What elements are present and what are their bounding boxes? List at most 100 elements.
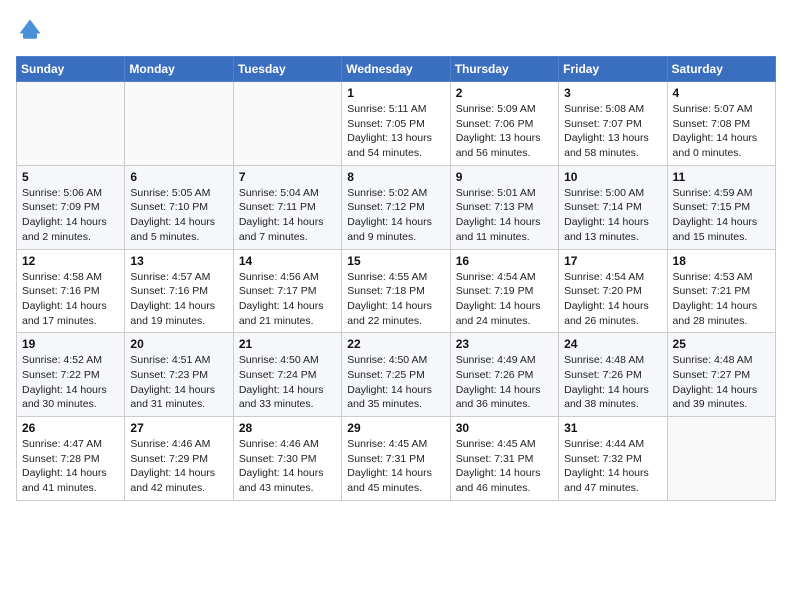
day-number: 12 <box>22 254 119 268</box>
calendar-week-row: 1 Sunrise: 5:11 AMSunset: 7:05 PMDaylight… <box>17 82 776 166</box>
day-number: 14 <box>239 254 336 268</box>
day-number: 17 <box>564 254 661 268</box>
day-number: 11 <box>673 170 770 184</box>
day-info: Sunrise: 4:53 AMSunset: 7:21 PMDaylight:… <box>673 270 770 329</box>
day-number: 30 <box>456 421 553 435</box>
calendar-day-19: 19 Sunrise: 4:52 AMSunset: 7:22 PMDayligh… <box>17 333 125 417</box>
day-info: Sunrise: 4:46 AMSunset: 7:29 PMDaylight:… <box>130 437 227 496</box>
day-number: 23 <box>456 337 553 351</box>
calendar-day-28: 28Sunrise: 4:46 AMSunset: 7:30 PMDayligh… <box>233 417 341 501</box>
day-info: Sunrise: 5:11 AMSunset: 7:05 PMDaylight:… <box>347 102 444 161</box>
calendar-day-29: 29Sunrise: 4:45 AMSunset: 7:31 PMDayligh… <box>342 417 450 501</box>
logo-icon <box>16 16 44 44</box>
calendar-day-9: 9 Sunrise: 5:01 AMSunset: 7:13 PMDaylight… <box>450 165 558 249</box>
day-header-tuesday: Tuesday <box>233 57 341 82</box>
day-info: Sunrise: 5:04 AMSunset: 7:11 PMDaylight:… <box>239 186 336 245</box>
day-number: 24 <box>564 337 661 351</box>
calendar-day-22: 22 Sunrise: 4:50 AMSunset: 7:25 PMDayligh… <box>342 333 450 417</box>
day-number: 8 <box>347 170 444 184</box>
calendar-week-row: 19 Sunrise: 4:52 AMSunset: 7:22 PMDayligh… <box>17 333 776 417</box>
day-info: Sunrise: 5:05 AMSunset: 7:10 PMDaylight:… <box>130 186 227 245</box>
calendar-table: SundayMondayTuesdayWednesdayThursdayFrid… <box>16 56 776 501</box>
day-info: Sunrise: 4:52 AMSunset: 7:22 PMDaylight:… <box>22 353 119 412</box>
empty-cell <box>233 82 341 166</box>
day-number: 1 <box>347 86 444 100</box>
day-number: 6 <box>130 170 227 184</box>
calendar-day-10: 10 Sunrise: 5:00 AMSunset: 7:14 PMDayligh… <box>559 165 667 249</box>
empty-cell <box>667 417 775 501</box>
calendar-week-row: 26Sunrise: 4:47 AMSunset: 7:28 PMDayligh… <box>17 417 776 501</box>
day-number: 22 <box>347 337 444 351</box>
day-number: 25 <box>673 337 770 351</box>
calendar-day-15: 15Sunrise: 4:55 AMSunset: 7:18 PMDayligh… <box>342 249 450 333</box>
day-number: 18 <box>673 254 770 268</box>
calendar-day-16: 16Sunrise: 4:54 AMSunset: 7:19 PMDayligh… <box>450 249 558 333</box>
calendar-day-2: 2 Sunrise: 5:09 AMSunset: 7:06 PMDaylight… <box>450 82 558 166</box>
day-info: Sunrise: 5:01 AMSunset: 7:13 PMDaylight:… <box>456 186 553 245</box>
calendar-day-4: 4 Sunrise: 5:07 AMSunset: 7:08 PMDaylight… <box>667 82 775 166</box>
day-header-wednesday: Wednesday <box>342 57 450 82</box>
empty-cell <box>125 82 233 166</box>
calendar-day-3: 3Sunrise: 5:08 AMSunset: 7:07 PMDaylight… <box>559 82 667 166</box>
empty-cell <box>17 82 125 166</box>
calendar-day-23: 23 Sunrise: 4:49 AMSunset: 7:26 PMDayligh… <box>450 333 558 417</box>
day-number: 21 <box>239 337 336 351</box>
day-number: 10 <box>564 170 661 184</box>
day-info: Sunrise: 4:44 AMSunset: 7:32 PMDaylight:… <box>564 437 661 496</box>
calendar-day-30: 30 Sunrise: 4:45 AMSunset: 7:31 PMDayligh… <box>450 417 558 501</box>
calendar-day-1: 1 Sunrise: 5:11 AMSunset: 7:05 PMDaylight… <box>342 82 450 166</box>
day-number: 31 <box>564 421 661 435</box>
day-header-monday: Monday <box>125 57 233 82</box>
day-info: Sunrise: 4:50 AMSunset: 7:25 PMDaylight:… <box>347 353 444 412</box>
calendar-day-24: 24 Sunrise: 4:48 AMSunset: 7:26 PMDayligh… <box>559 333 667 417</box>
logo <box>16 16 48 44</box>
day-info: Sunrise: 4:58 AMSunset: 7:16 PMDaylight:… <box>22 270 119 329</box>
day-info: Sunrise: 5:09 AMSunset: 7:06 PMDaylight:… <box>456 102 553 161</box>
day-info: Sunrise: 4:49 AMSunset: 7:26 PMDaylight:… <box>456 353 553 412</box>
calendar-header-row: SundayMondayTuesdayWednesdayThursdayFrid… <box>17 57 776 82</box>
day-number: 13 <box>130 254 227 268</box>
day-info: Sunrise: 4:47 AMSunset: 7:28 PMDaylight:… <box>22 437 119 496</box>
day-info: Sunrise: 4:56 AMSunset: 7:17 PMDaylight:… <box>239 270 336 329</box>
day-number: 20 <box>130 337 227 351</box>
day-number: 3 <box>564 86 661 100</box>
day-number: 4 <box>673 86 770 100</box>
day-number: 16 <box>456 254 553 268</box>
day-info: Sunrise: 4:55 AMSunset: 7:18 PMDaylight:… <box>347 270 444 329</box>
day-info: Sunrise: 4:48 AMSunset: 7:27 PMDaylight:… <box>673 353 770 412</box>
day-number: 27 <box>130 421 227 435</box>
calendar-day-12: 12 Sunrise: 4:58 AMSunset: 7:16 PMDayligh… <box>17 249 125 333</box>
day-info: Sunrise: 4:57 AMSunset: 7:16 PMDaylight:… <box>130 270 227 329</box>
calendar-day-17: 17 Sunrise: 4:54 AMSunset: 7:20 PMDayligh… <box>559 249 667 333</box>
day-header-saturday: Saturday <box>667 57 775 82</box>
day-number: 9 <box>456 170 553 184</box>
calendar-day-14: 14 Sunrise: 4:56 AMSunset: 7:17 PMDayligh… <box>233 249 341 333</box>
day-header-friday: Friday <box>559 57 667 82</box>
day-info: Sunrise: 5:07 AMSunset: 7:08 PMDaylight:… <box>673 102 770 161</box>
day-number: 2 <box>456 86 553 100</box>
day-header-sunday: Sunday <box>17 57 125 82</box>
day-header-thursday: Thursday <box>450 57 558 82</box>
calendar-day-11: 11Sunrise: 4:59 AMSunset: 7:15 PMDayligh… <box>667 165 775 249</box>
day-info: Sunrise: 4:54 AMSunset: 7:20 PMDaylight:… <box>564 270 661 329</box>
day-info: Sunrise: 4:48 AMSunset: 7:26 PMDaylight:… <box>564 353 661 412</box>
calendar-day-8: 8 Sunrise: 5:02 AMSunset: 7:12 PMDaylight… <box>342 165 450 249</box>
calendar-day-25: 25 Sunrise: 4:48 AMSunset: 7:27 PMDayligh… <box>667 333 775 417</box>
day-info: Sunrise: 5:06 AMSunset: 7:09 PMDaylight:… <box>22 186 119 245</box>
calendar-day-21: 21Sunrise: 4:50 AMSunset: 7:24 PMDayligh… <box>233 333 341 417</box>
calendar-day-27: 27 Sunrise: 4:46 AMSunset: 7:29 PMDayligh… <box>125 417 233 501</box>
day-info: Sunrise: 4:46 AMSunset: 7:30 PMDaylight:… <box>239 437 336 496</box>
day-number: 7 <box>239 170 336 184</box>
day-number: 19 <box>22 337 119 351</box>
calendar-week-row: 5Sunrise: 5:06 AMSunset: 7:09 PMDaylight… <box>17 165 776 249</box>
calendar-day-18: 18 Sunrise: 4:53 AMSunset: 7:21 PMDayligh… <box>667 249 775 333</box>
page-header <box>16 16 776 44</box>
calendar-day-20: 20Sunrise: 4:51 AMSunset: 7:23 PMDayligh… <box>125 333 233 417</box>
day-info: Sunrise: 5:02 AMSunset: 7:12 PMDaylight:… <box>347 186 444 245</box>
calendar-day-6: 6 Sunrise: 5:05 AMSunset: 7:10 PMDaylight… <box>125 165 233 249</box>
calendar-day-26: 26Sunrise: 4:47 AMSunset: 7:28 PMDayligh… <box>17 417 125 501</box>
day-info: Sunrise: 4:45 AMSunset: 7:31 PMDaylight:… <box>456 437 553 496</box>
day-info: Sunrise: 4:45 AMSunset: 7:31 PMDaylight:… <box>347 437 444 496</box>
calendar-day-5: 5Sunrise: 5:06 AMSunset: 7:09 PMDaylight… <box>17 165 125 249</box>
day-info: Sunrise: 5:00 AMSunset: 7:14 PMDaylight:… <box>564 186 661 245</box>
